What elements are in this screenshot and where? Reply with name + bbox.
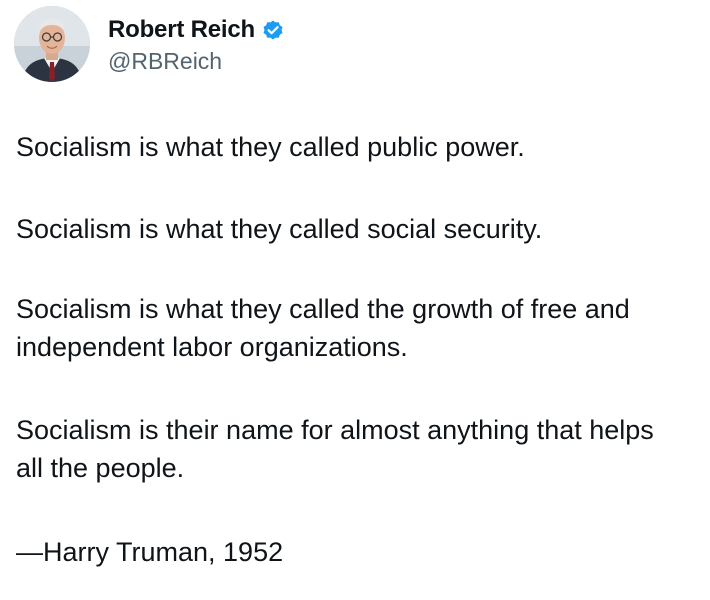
tweet-paragraph: Socialism is what they called the growth…	[16, 294, 630, 362]
tweet-paragraph: Socialism is what they called public pow…	[16, 132, 525, 162]
tweet-attribution: —Harry Truman, 1952	[16, 537, 284, 567]
avatar-image	[14, 6, 90, 82]
verified-badge-icon	[261, 18, 285, 42]
name-row: Robert Reich	[108, 14, 285, 46]
author-handle[interactable]: @RBReich	[108, 48, 285, 75]
avatar[interactable]	[14, 6, 90, 82]
author-identity: Robert Reich @RBReich	[108, 6, 285, 82]
tweet-paragraph: Socialism is what they called social sec…	[16, 214, 543, 244]
tweet-header: Robert Reich @RBReich	[14, 6, 285, 82]
tweet-card: Robert Reich @RBReich Socialism is what …	[0, 0, 710, 600]
tweet-paragraph: Socialism is their name for almost anyth…	[16, 415, 654, 483]
author-display-name[interactable]: Robert Reich	[108, 16, 255, 44]
